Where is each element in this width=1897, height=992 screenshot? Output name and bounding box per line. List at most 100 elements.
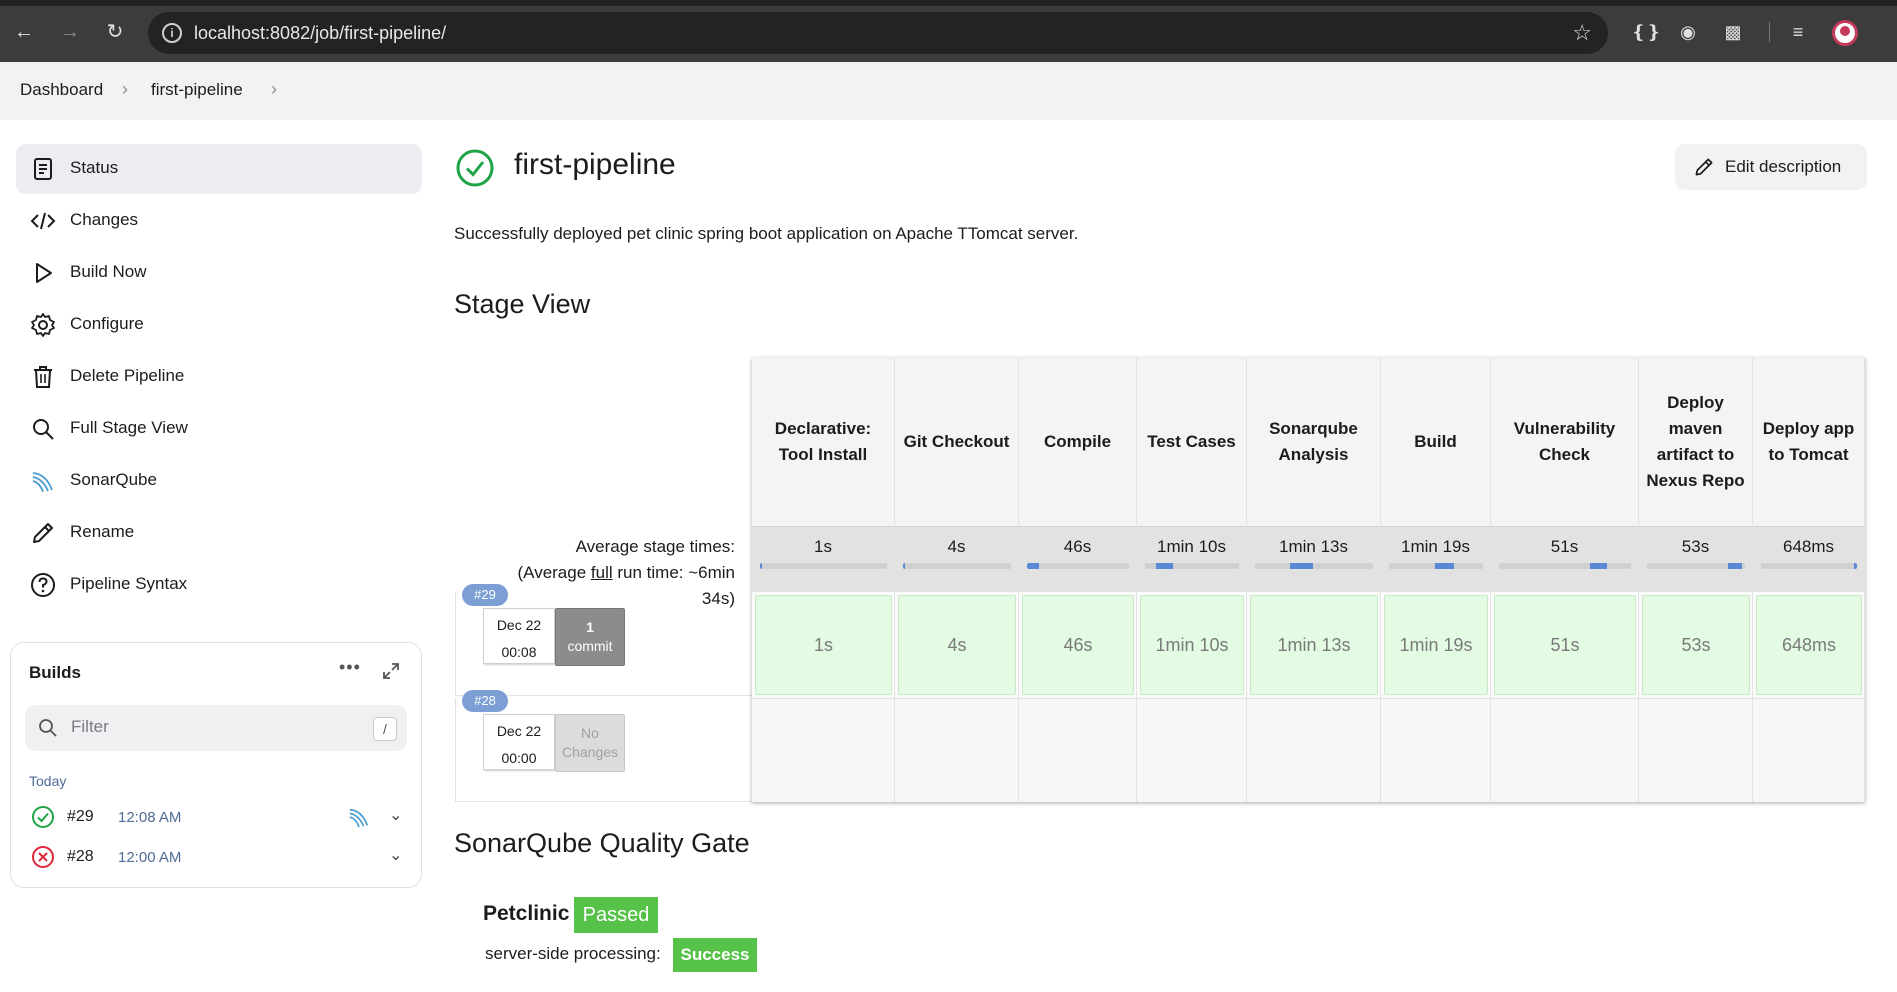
media-queue-icon[interactable]: ≡ [1786,20,1810,44]
extension-code-icon[interactable]: ❴❵ [1631,20,1661,44]
breadcrumb: Dashboard › first-pipeline › [0,62,1897,120]
build-time: 12:00 AM [118,849,182,866]
stage-cell-success[interactable]: 1min 10s [1140,595,1244,695]
stage-cell-success[interactable]: 1min 19s [1384,595,1488,695]
stage-cell-success[interactable]: 4s [898,595,1016,695]
stage-cell-empty [1491,698,1638,802]
stage-view-title: Stage View [454,289,591,319]
bookmark-star-icon[interactable]: ☆ [1572,20,1592,46]
builds-panel: Builds ••• / Today #29 12:08 AM ⌄ [10,642,422,888]
stage-average-time: 1min 10s [1157,537,1226,556]
stage-column: Deploy app to Tomcat 648ms 648ms [1753,358,1865,802]
sidebar-item-pipeline-syntax[interactable]: Pipeline Syntax [16,560,422,610]
run-changes-button[interactable]: 1 commit [555,608,625,666]
reload-icon[interactable]: ↻ [103,20,127,44]
breadcrumb-job[interactable]: first-pipeline [151,80,243,100]
extensions-puzzle-icon[interactable]: ▩ [1721,20,1745,44]
forward-arrow-icon[interactable]: → [58,20,82,44]
address-bar[interactable]: i localhost:8082/job/first-pipeline/ ☆ [148,12,1608,54]
sonarqube-icon [32,472,53,493]
stage-average-cell: 53s [1639,526,1752,592]
stage-average-cell: 1min 10s [1137,526,1246,592]
run-date-box: Dec 22 00:00 [483,714,555,770]
sidebar-item-configure[interactable]: Configure [16,300,422,350]
browser-tab-strip [0,0,1897,6]
stage-progress-bar [760,563,887,569]
sonarqube-icon[interactable] [347,805,371,829]
build-row-29[interactable]: #29 12:08 AM ⌄ [25,799,411,835]
stage-column: Deploy maven artifact to Nexus Repo 53s 53… [1639,358,1753,802]
sidebar-item-label: Build Now [70,262,147,281]
run-date: Dec 22 [496,617,542,633]
site-info-icon[interactable]: i [162,23,182,43]
back-arrow-icon[interactable]: ← [12,20,36,44]
filter-input[interactable] [71,717,341,737]
full-run-link[interactable]: full [591,563,613,582]
stage-average-time: 53s [1681,537,1710,556]
sidebar-item-rename[interactable]: Rename [16,508,422,558]
breadcrumb-dashboard[interactable]: Dashboard [20,80,103,100]
stage-cell-empty [1753,698,1864,802]
stage-cell-success[interactable]: 1s [755,595,892,695]
stage-progress-fill [903,563,905,569]
sidebar-item-delete-pipeline[interactable]: Delete Pipeline [16,352,422,402]
sidebar-item-label: Configure [70,314,144,333]
run-row-29[interactable]: #29 Dec 22 00:08 1 commit [455,584,752,696]
builds-filter[interactable]: / [25,705,407,751]
stage-header: Declarative: Tool Install [774,419,872,464]
stage-cell-success[interactable]: 1min 13s [1250,595,1378,695]
stage-header: Deploy maven artifact to Nexus Repo [1646,393,1745,490]
chevron-down-icon[interactable]: ⌄ [389,805,402,825]
stage-progress-fill [1854,563,1857,569]
stage-average-time: 46s [1063,537,1092,556]
sidebar-item-status[interactable]: Status [16,144,422,194]
sidebar-item-build-now[interactable]: Build Now [16,248,422,298]
stage-average-cell: 1min 19s [1381,526,1490,592]
stage-average-cell: 46s [1019,526,1136,592]
profile-avatar[interactable] [1832,20,1858,46]
chevron-right-icon[interactable]: › [271,79,277,100]
stage-cell-empty [752,698,894,802]
edit-description-button[interactable]: Edit description [1675,144,1867,190]
stage-progress-fill [1590,563,1608,569]
help-circle-icon [31,573,55,597]
run-badge[interactable]: #29 [462,584,508,606]
stage-progress-bar [1255,563,1373,569]
sidebar-item-sonarqube[interactable]: SonarQube [16,456,422,506]
run-row-28[interactable]: #28 Dec 22 00:00 No Changes [455,690,752,802]
stage-progress-bar [1647,563,1745,569]
stage-cell-empty [895,698,1018,802]
more-options-icon[interactable]: ••• [339,657,361,678]
stage-cell-success[interactable]: 51s [1494,595,1636,695]
changes-count: 1 [586,619,594,635]
expand-icon[interactable] [381,661,401,681]
url-text[interactable]: localhost:8082/job/first-pipeline/ [194,23,446,44]
sidebar-item-full-stage-view[interactable]: Full Stage View [16,404,422,454]
stage-cell-empty [1137,698,1246,802]
stage-average-time: 648ms [1782,537,1835,556]
stage-progress-bar [1499,563,1631,569]
stage-cell-success[interactable]: 46s [1022,595,1134,695]
stage-progress-bar [1145,563,1239,569]
stage-cell-empty [1247,698,1380,802]
stage-average-cell: 1s [752,526,894,592]
stage-average-cell: 1min 13s [1247,526,1380,592]
extension-eye-icon[interactable]: ◉ [1676,20,1700,44]
chevron-down-icon[interactable]: ⌄ [389,845,402,865]
stage-column: Compile 46s 46s [1019,358,1137,802]
stage-progress-fill [1728,563,1743,569]
toolbar-divider [1769,22,1770,42]
average-times-line2: (Average full run time: ~6min [455,560,736,586]
stage-progress-fill [1435,563,1454,569]
build-row-28[interactable]: #28 12:00 AM ⌄ [25,839,411,875]
search-icon [39,719,57,737]
build-number[interactable]: #29 [67,808,94,826]
build-number[interactable]: #28 [67,848,94,866]
stage-cell-success[interactable]: 648ms [1756,595,1862,695]
stage-progress-fill [760,563,762,569]
stage-column: Test Cases 1min 10s 1min 10s [1137,358,1247,802]
sidebar-item-changes[interactable]: Changes [16,196,422,246]
stage-cell-success[interactable]: 53s [1642,595,1750,695]
quality-gate-project[interactable]: Petclinic [483,902,569,926]
run-badge[interactable]: #28 [462,690,508,712]
